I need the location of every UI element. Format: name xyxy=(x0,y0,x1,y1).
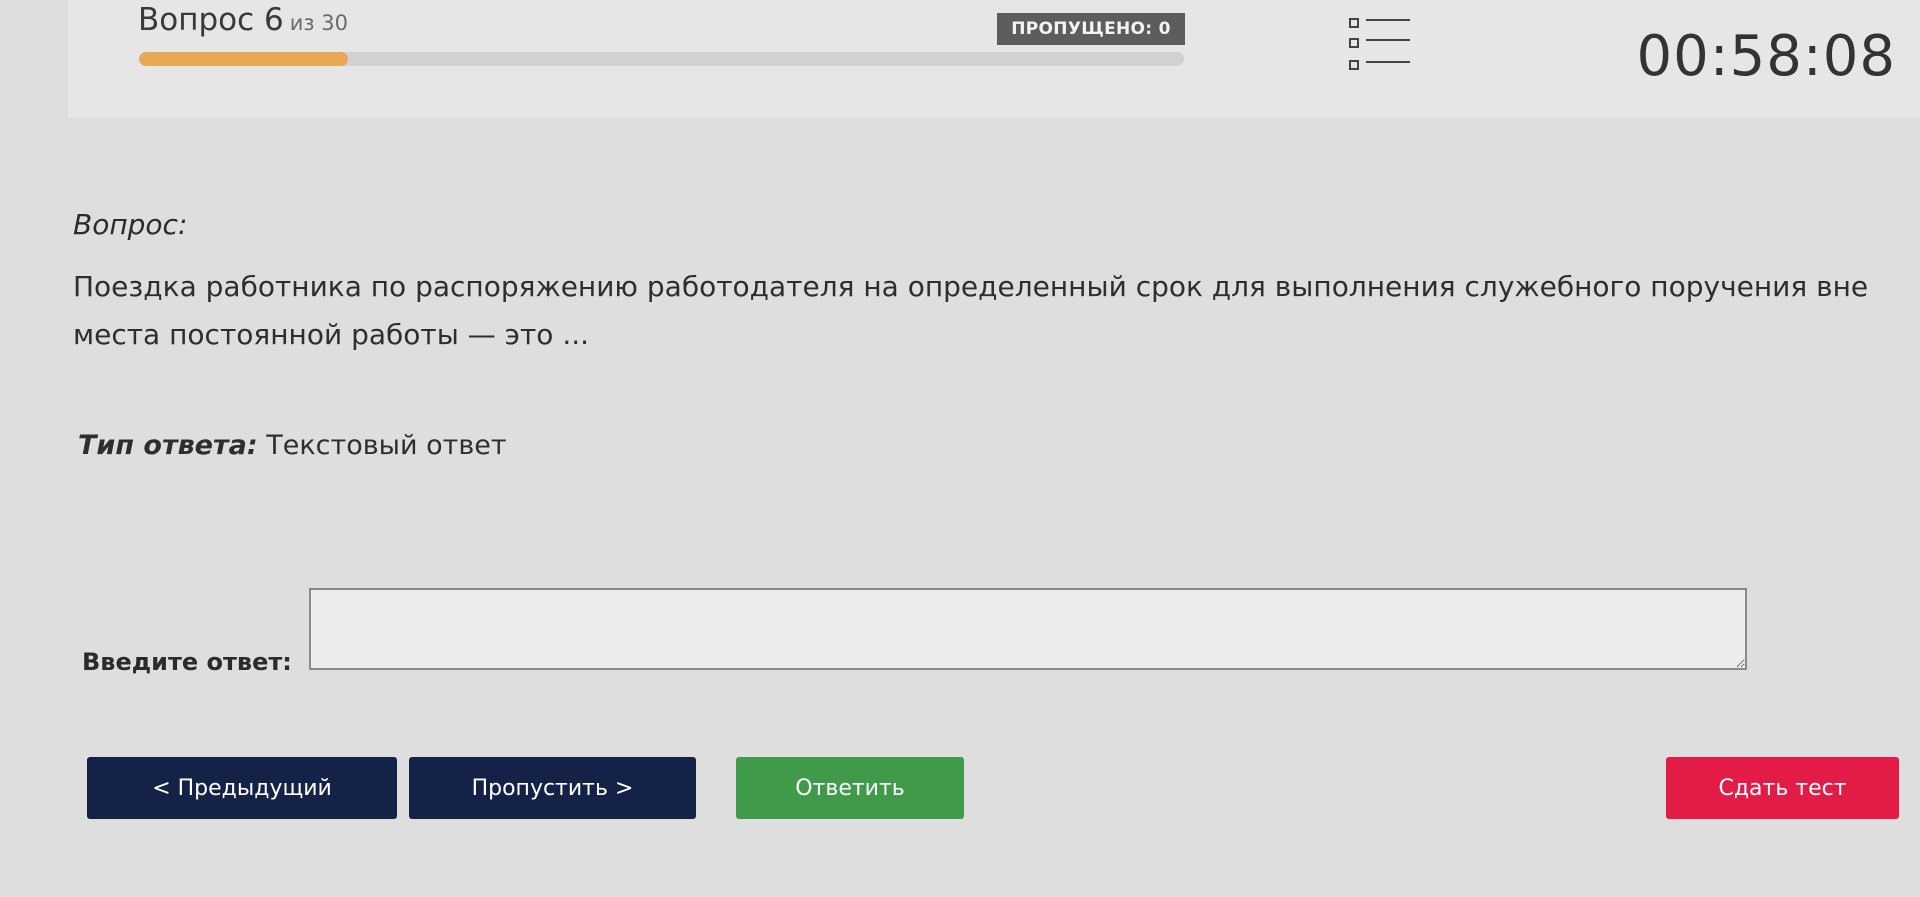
question-counter: Вопрос 6 из 30 xyxy=(138,2,348,38)
question-heading: Вопрос: xyxy=(73,208,188,241)
skipped-count-badge[interactable]: ПРОПУЩЕНО: 0 xyxy=(997,13,1185,45)
question-total: из 30 xyxy=(289,11,348,35)
answer-input[interactable] xyxy=(309,588,1747,670)
question-list-icon[interactable] xyxy=(1348,16,1412,76)
progress-bar-fill xyxy=(139,52,348,66)
answer-type-value: Текстовый ответ xyxy=(266,430,507,461)
skip-button[interactable]: Пропустить > xyxy=(409,757,696,819)
question-number: Вопрос 6 xyxy=(138,2,284,38)
question-text: Поездка работника по распоряжению работо… xyxy=(73,270,1869,351)
answer-button[interactable]: Ответить xyxy=(736,757,964,819)
progress-bar xyxy=(139,52,1184,66)
answer-input-label: Введите ответ: xyxy=(82,648,292,676)
answer-type-label: Тип ответа: xyxy=(78,430,258,461)
submit-test-button[interactable]: Сдать тест xyxy=(1666,757,1899,819)
answer-type: Тип ответа: Текстовый ответ xyxy=(78,430,507,461)
previous-button[interactable]: < Предыдущий xyxy=(87,757,397,819)
countdown-timer: 00:58:08 xyxy=(1636,24,1896,89)
